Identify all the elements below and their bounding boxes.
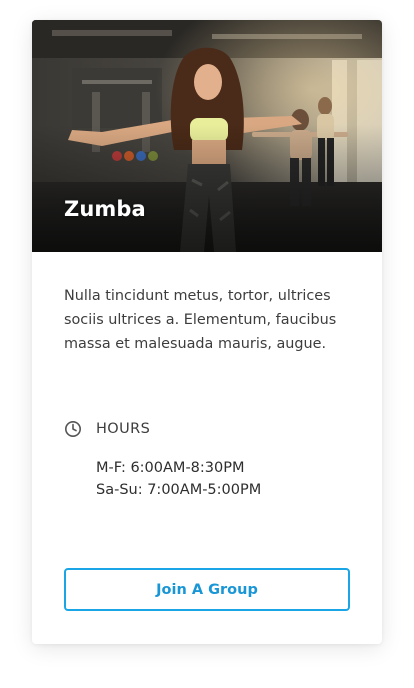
hours-list: M-F: 6:00AM-8:30PM Sa-Su: 7:00AM-5:00PM	[96, 457, 261, 501]
hours-row-weekdays: M-F: 6:00AM-8:30PM	[96, 460, 245, 476]
hours-header: HOURS	[64, 420, 150, 438]
hero-image: Zumba	[32, 20, 382, 252]
class-description: Nulla tincidunt metus, tortor, ultrices …	[64, 288, 337, 352]
join-group-button[interactable]: Join A Group	[64, 568, 350, 611]
hours-label: HOURS	[96, 421, 151, 437]
class-title: Zumba	[64, 197, 146, 221]
clock-icon	[64, 420, 82, 438]
card-body: Nulla tincidunt metus, tortor, ultrices …	[64, 284, 356, 356]
hours-row-weekend: Sa-Su: 7:00AM-5:00PM	[96, 482, 262, 498]
class-card: Zumba Nulla tincidunt metus, tortor, ult…	[32, 20, 382, 644]
